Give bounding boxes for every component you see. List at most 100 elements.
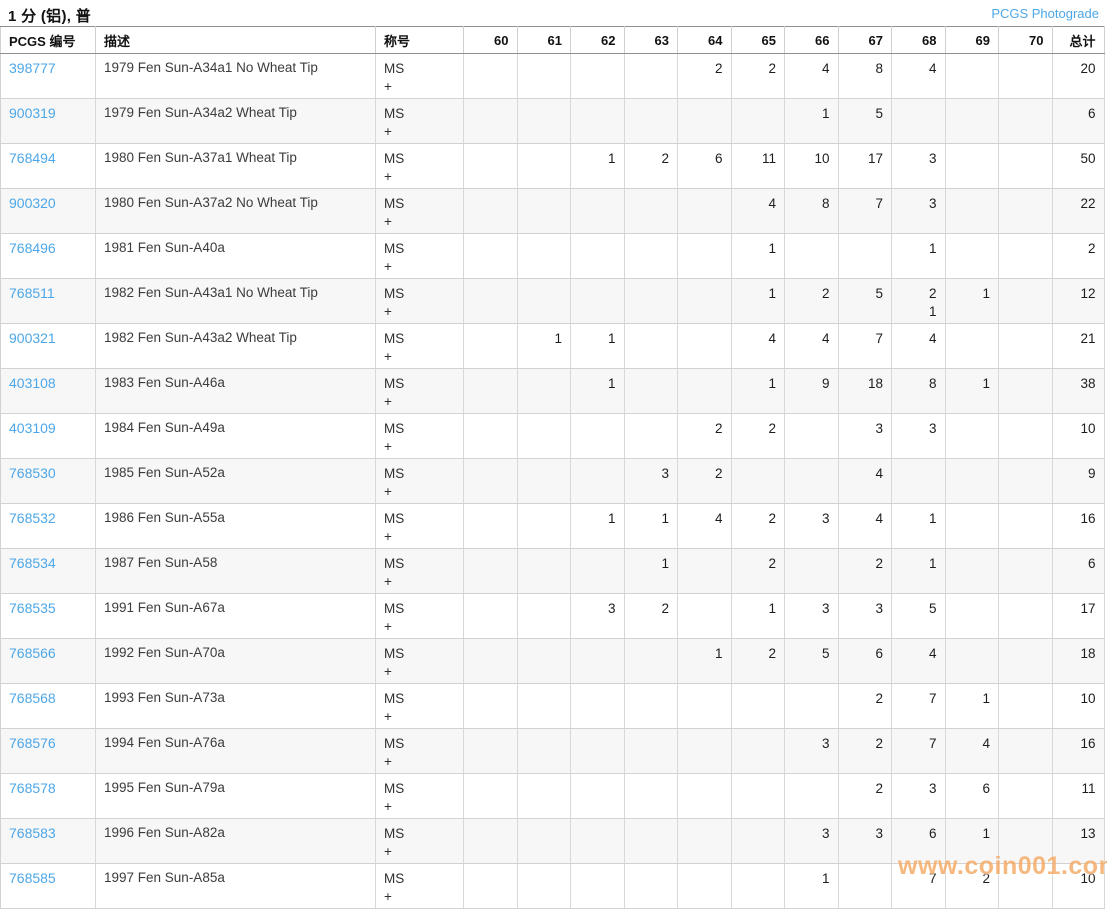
pcgs-number-link[interactable]: 768494: [9, 150, 56, 166]
grade-cell: [624, 54, 678, 99]
grade-cell: 6: [678, 144, 732, 189]
column-header-pcgs-number: PCGS 编号: [1, 27, 96, 54]
grade-cell: [999, 549, 1053, 594]
pcgs-number-link[interactable]: 768511: [9, 285, 55, 301]
grade-cell: 3: [785, 594, 839, 639]
pcgs-number-link[interactable]: 768532: [9, 510, 56, 526]
grade-cell: [464, 279, 518, 324]
grade-cell: [571, 459, 625, 504]
grade-cell: 18: [838, 369, 892, 414]
table-row: 768535 1991 Fen Sun-A67a MS + 32133517: [1, 594, 1105, 639]
grade-cell: 5: [785, 639, 839, 684]
grade-cell: 1: [731, 234, 785, 279]
pcgs-number-link[interactable]: 768585: [9, 870, 56, 886]
designation-cell: MS +: [376, 99, 464, 144]
grade-cell: 1: [892, 549, 946, 594]
grade-cell: 2: [838, 774, 892, 819]
pcgs-number-link[interactable]: 768530: [9, 465, 56, 481]
grade-cell: 2: [838, 684, 892, 729]
grade-cell: [945, 189, 999, 234]
grade-cell: 2: [624, 144, 678, 189]
grade-cell: [517, 144, 571, 189]
designation-cell: MS +: [376, 144, 464, 189]
grade-cell: [571, 234, 625, 279]
grade-cell: [571, 549, 625, 594]
grade-cell: 3: [892, 144, 946, 189]
grade-cell: 10: [1052, 414, 1104, 459]
column-header-69: 69: [945, 27, 999, 54]
column-header-total: 总计: [1052, 27, 1104, 54]
grade-cell: 2: [624, 594, 678, 639]
grade-cell: 2: [678, 459, 732, 504]
pcgs-number-link[interactable]: 768583: [9, 825, 56, 841]
pcgs-photograde-link[interactable]: PCGS Photograde: [991, 6, 1099, 21]
grade-cell: 7: [838, 324, 892, 369]
grade-cell: 1: [731, 594, 785, 639]
grade-cell: [517, 459, 571, 504]
grade-cell: [999, 774, 1053, 819]
grade-cell: [731, 684, 785, 729]
table-row: 403109 1984 Fen Sun-A49a MS + 223310: [1, 414, 1105, 459]
grade-cell: [624, 729, 678, 774]
grade-cell: [517, 54, 571, 99]
grade-cell: 1: [571, 504, 625, 549]
pcgs-number-link[interactable]: 403108: [9, 375, 56, 391]
pcgs-number-link[interactable]: 768568: [9, 690, 56, 706]
grade-cell: 3: [892, 774, 946, 819]
grade-cell: 7: [892, 729, 946, 774]
coin-description: 1996 Fen Sun-A82a: [96, 819, 376, 864]
pcgs-number-link[interactable]: 768578: [9, 780, 56, 796]
pcgs-number-link[interactable]: 403109: [9, 420, 56, 436]
grade-cell: [678, 594, 732, 639]
pcgs-number-link[interactable]: 900321: [9, 330, 56, 346]
grade-cell: [838, 864, 892, 909]
grade-cell: [624, 864, 678, 909]
grade-cell: 1: [945, 819, 999, 864]
grade-cell: [999, 639, 1053, 684]
column-header-60: 60: [464, 27, 518, 54]
grade-cell: 3: [571, 594, 625, 639]
coin-description: 1983 Fen Sun-A46a: [96, 369, 376, 414]
pcgs-number-link[interactable]: 398777: [9, 60, 56, 76]
designation-cell: MS +: [376, 594, 464, 639]
pcgs-number-link[interactable]: 900320: [9, 195, 56, 211]
pcgs-number-link[interactable]: 768535: [9, 600, 56, 616]
pcgs-number-link[interactable]: 900319: [9, 105, 56, 121]
table-body: 398777 1979 Fen Sun-A34a1 No Wheat Tip M…: [1, 54, 1105, 909]
grade-cell: 2: [678, 414, 732, 459]
coin-description: 1987 Fen Sun-A58: [96, 549, 376, 594]
grade-cell: 2: [1052, 234, 1104, 279]
designation-cell: MS +: [376, 54, 464, 99]
grade-cell: 5: [838, 279, 892, 324]
table-row: 768568 1993 Fen Sun-A73a MS + 27110: [1, 684, 1105, 729]
coin-description: 1997 Fen Sun-A85a: [96, 864, 376, 909]
grade-cell: 8: [892, 369, 946, 414]
grade-cell: 7: [838, 189, 892, 234]
designation-cell: MS +: [376, 504, 464, 549]
grade-cell: 17: [1052, 594, 1104, 639]
grade-cell: 1: [731, 279, 785, 324]
table-row: 900321 1982 Fen Sun-A43a2 Wheat Tip MS +…: [1, 324, 1105, 369]
grade-cell: 4: [838, 504, 892, 549]
grade-cell: [678, 279, 732, 324]
designation-cell: MS +: [376, 414, 464, 459]
table-row: 768534 1987 Fen Sun-A58 MS + 12216: [1, 549, 1105, 594]
column-header-61: 61: [517, 27, 571, 54]
grade-cell: [999, 369, 1053, 414]
grade-cell: 4: [678, 504, 732, 549]
column-header-70: 70: [999, 27, 1053, 54]
pcgs-number-cell: 403108: [1, 369, 96, 414]
pcgs-number-link[interactable]: 768496: [9, 240, 56, 256]
grade-cell: [945, 54, 999, 99]
grade-cell: 1: [678, 639, 732, 684]
pcgs-number-link[interactable]: 768576: [9, 735, 56, 751]
pcgs-number-link[interactable]: 768534: [9, 555, 56, 571]
grade-cell: 6: [838, 639, 892, 684]
pcgs-number-cell: 768496: [1, 234, 96, 279]
grade-cell: [624, 639, 678, 684]
grade-cell: [517, 639, 571, 684]
grade-cell: [945, 594, 999, 639]
pcgs-number-link[interactable]: 768566: [9, 645, 56, 661]
table-row: 398777 1979 Fen Sun-A34a1 No Wheat Tip M…: [1, 54, 1105, 99]
grade-cell: 21: [1052, 324, 1104, 369]
